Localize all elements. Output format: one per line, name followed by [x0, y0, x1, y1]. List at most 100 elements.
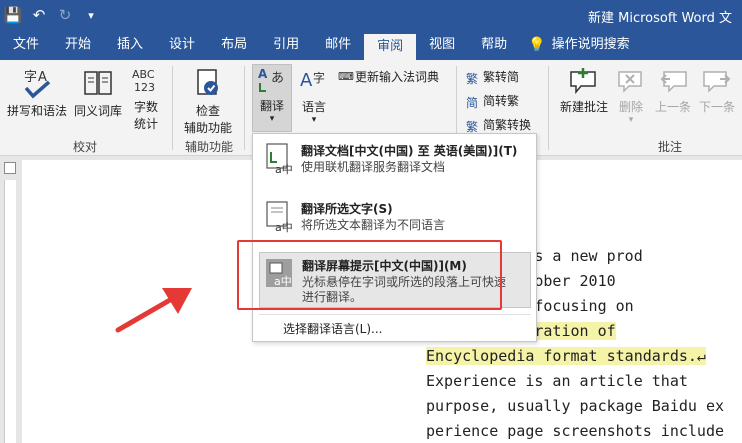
- thesaurus-button[interactable]: 同义词库: [70, 66, 126, 119]
- group-divider: [244, 66, 245, 150]
- doc-line: Experience is an article that: [426, 372, 688, 390]
- translate-selection-desc: 将所选文本翻译为不同语言: [301, 218, 446, 232]
- update-ime-label: 更新输入法词典: [355, 70, 440, 84]
- tab-mailings[interactable]: 邮件: [312, 30, 364, 60]
- menu-divider: [259, 314, 531, 315]
- tab-layout[interactable]: 布局: [208, 30, 260, 60]
- language-button[interactable]: A 字 语言 ▾: [296, 66, 332, 125]
- window-title: 新建 Microsoft Word 文: [588, 11, 732, 26]
- tab-view[interactable]: 视图: [416, 30, 468, 60]
- customize-qat-icon[interactable]: ▾: [78, 9, 104, 22]
- translate-label: 翻译: [259, 99, 284, 113]
- next-comment-button[interactable]: 下一条: [696, 66, 738, 115]
- word-count-label-1: 字数: [133, 100, 158, 114]
- tell-me-label: 操作说明搜索: [551, 37, 630, 52]
- s2t-icon: 简: [466, 95, 479, 110]
- ribbon-tabs: 文件 开始 插入 设计 布局 引用 邮件 审阅 视图 帮助 💡 操作说明搜索: [0, 30, 742, 60]
- comments-group-label: 批注: [657, 140, 682, 154]
- vertical-ruler-strip[interactable]: [4, 180, 16, 443]
- update-ime-dictionary-button[interactable]: ⌨ 更新输入法词典: [338, 68, 439, 85]
- translate-dropdown-icon: ▾: [269, 114, 275, 124]
- word-count-label-2: 统计: [133, 117, 158, 131]
- svg-text:ABC: ABC: [132, 68, 155, 81]
- red-arrow-annotation: [115, 288, 192, 333]
- group-divider: [172, 66, 173, 150]
- save-icon[interactable]: 💾: [0, 6, 26, 24]
- translate-menu: a中 翻译文档[中文(中国) 至 英语(美国)](T) 使用联机翻译服务翻译文档…: [252, 133, 537, 342]
- t2s-icon: 繁: [466, 71, 479, 86]
- t2s-label: 繁转简: [483, 70, 520, 84]
- tab-references[interactable]: 引用: [260, 30, 312, 60]
- language-label: 语言: [301, 100, 326, 114]
- translate-document-desc: 使用联机翻译服务翻译文档: [301, 160, 446, 174]
- tab-help[interactable]: 帮助: [468, 30, 520, 60]
- red-highlight-box: [237, 240, 502, 310]
- doc-line-highlighted: Encyclopedia format standards.↵: [426, 347, 706, 365]
- quick-access-toolbar: 💾 ↶ ↻ ▾: [0, 0, 104, 30]
- new-comment-button[interactable]: 新建批注: [556, 66, 612, 115]
- svg-text:a中: a中: [275, 221, 293, 234]
- tab-review[interactable]: 审阅: [364, 34, 417, 60]
- delete-dropdown-icon: ▾: [628, 115, 634, 125]
- previous-comment-icon: [660, 71, 687, 93]
- previous-label: 上一条: [654, 100, 691, 114]
- tab-selector-icon[interactable]: [4, 162, 16, 174]
- word-count-icon: ABC 123: [132, 68, 155, 94]
- new-comment-icon: [570, 68, 596, 95]
- delete-comment-icon: [618, 71, 642, 93]
- spelling-label: 拼写和语法: [6, 104, 67, 118]
- tab-design[interactable]: 设计: [156, 30, 208, 60]
- ime-dictionary-icon: ⌨: [338, 69, 354, 83]
- group-divider: [548, 66, 549, 150]
- translate-document-icon: a中: [266, 143, 293, 176]
- check-label-1: 检查: [195, 104, 220, 118]
- menu-translate-selection[interactable]: a中 翻译所选文字(S) 将所选文本翻译为不同语言: [259, 196, 531, 242]
- check-accessibility-button[interactable]: 检查 辅助功能: [178, 66, 238, 136]
- delete-comment-button[interactable]: 删除 ▾: [614, 66, 648, 125]
- previous-comment-button[interactable]: 上一条: [652, 66, 694, 115]
- svg-text:あ: あ: [271, 71, 284, 86]
- svg-text:字: 字: [24, 70, 37, 85]
- new-comment-label: 新建批注: [559, 100, 608, 114]
- accessibility-group-label: 辅助功能: [184, 140, 233, 154]
- title-bar: 💾 ↶ ↻ ▾ 新建 Microsoft Word 文: [0, 0, 742, 30]
- thesaurus-icon: [84, 71, 112, 95]
- accessibility-icon: [197, 69, 218, 95]
- translate-selection-icon: a中: [266, 201, 293, 234]
- svg-text:123: 123: [134, 81, 155, 94]
- next-label: 下一条: [698, 100, 735, 114]
- svg-text:A: A: [300, 70, 313, 91]
- s2t-label: 简转繁: [483, 94, 520, 108]
- proofing-group-label: 校对: [72, 140, 97, 154]
- translate-document-title: 翻译文档[中文(中国) 至 英语(美国)](T): [301, 144, 518, 158]
- tab-home[interactable]: 开始: [52, 30, 104, 60]
- spelling-grammar-button[interactable]: 字 A 拼写和语法: [4, 66, 70, 119]
- doc-line: perience page screenshots include: [426, 422, 725, 440]
- tab-insert[interactable]: 插入: [104, 30, 156, 60]
- delete-label: 删除: [618, 100, 643, 114]
- tell-me-search[interactable]: 💡 操作说明搜索: [520, 30, 642, 60]
- translate-icon: A あ: [258, 67, 284, 92]
- next-comment-icon: [703, 71, 731, 93]
- redo-icon[interactable]: ↻: [52, 6, 78, 24]
- menu-translate-document[interactable]: a中 翻译文档[中文(中国) 至 英语(美国)](T) 使用联机翻译服务翻译文档: [259, 138, 531, 184]
- doc-line: purpose, usually package Baidu ex: [426, 397, 725, 415]
- simplified-to-traditional-button[interactable]: 简 简转繁: [466, 92, 520, 110]
- translate-button[interactable]: A あ 翻译 ▾: [252, 64, 292, 132]
- conversion-icon: 繁: [466, 119, 479, 134]
- thesaurus-label: 同义词库: [73, 104, 122, 118]
- check-label-2: 辅助功能: [183, 121, 232, 135]
- language-icon: A 字: [300, 70, 325, 91]
- translate-selection-title: 翻译所选文字(S): [301, 202, 393, 216]
- chinese-conversion-button[interactable]: 繁 简繁转换: [466, 116, 532, 134]
- svg-text:字: 字: [313, 70, 325, 85]
- language-dropdown-icon: ▾: [311, 115, 317, 125]
- conversion-label: 简繁转换: [483, 118, 532, 132]
- spelling-icon: 字 A: [24, 70, 51, 99]
- word-count-button[interactable]: ABC 123 字数 统计: [126, 66, 166, 132]
- undo-icon[interactable]: ↶: [26, 6, 52, 24]
- tab-file[interactable]: 文件: [0, 30, 52, 60]
- traditional-to-simplified-button[interactable]: 繁 繁转简: [466, 68, 520, 86]
- svg-text:A: A: [258, 67, 268, 81]
- menu-choose-language[interactable]: 选择翻译语言(L)...: [283, 320, 383, 337]
